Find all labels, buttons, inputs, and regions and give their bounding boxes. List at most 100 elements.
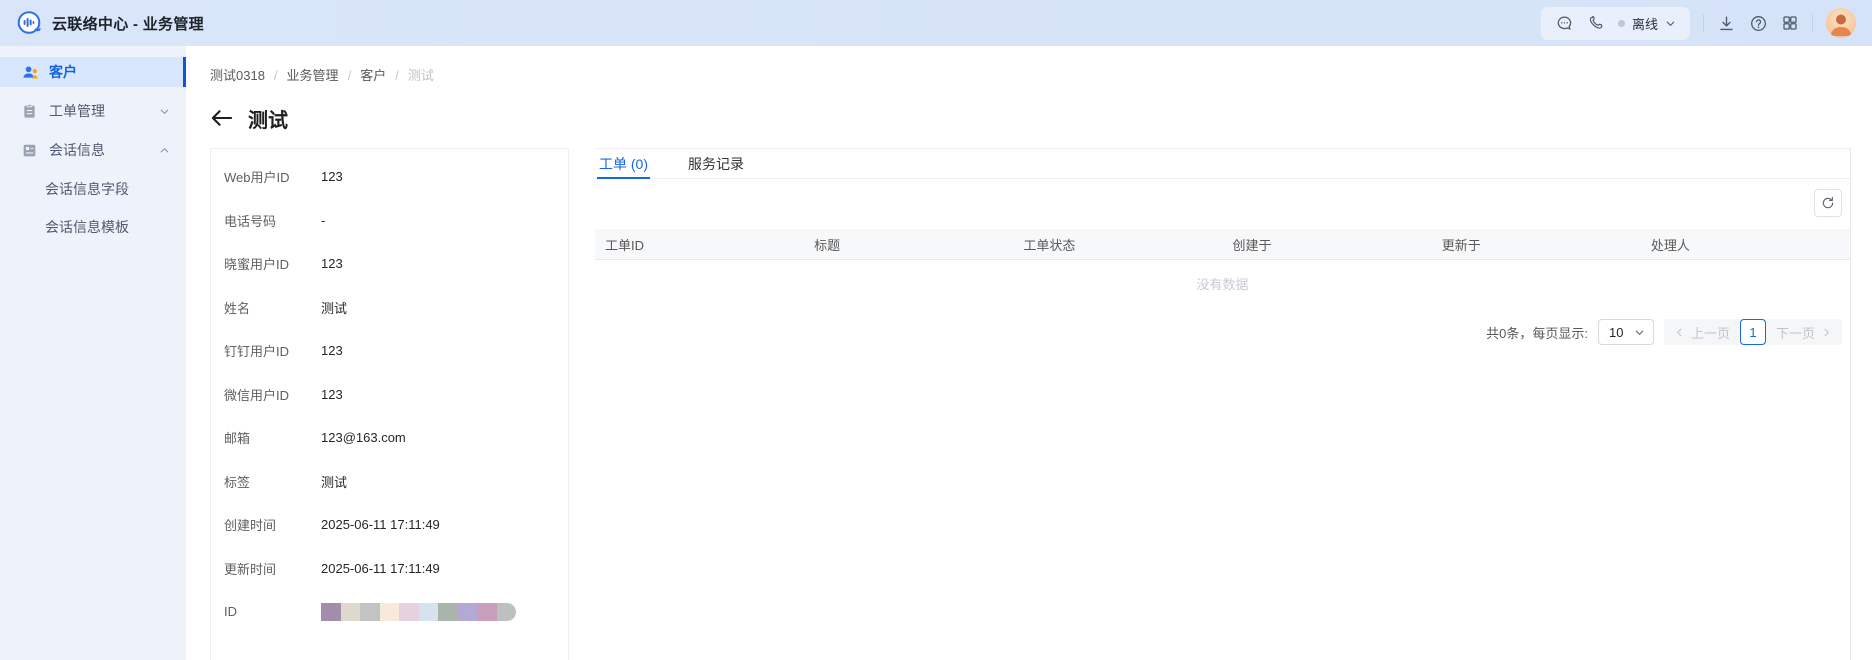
sidebar-item-session-info[interactable]: 会话信息 bbox=[0, 135, 186, 165]
field-row-wechat-user-id: 微信用户ID 123 bbox=[224, 373, 568, 417]
field-label: 微信用户ID bbox=[224, 387, 290, 403]
field-label: 钉钉用户ID bbox=[224, 344, 290, 360]
sidebar-item-customers[interactable]: 客户 bbox=[0, 57, 186, 87]
chevron-left-icon bbox=[1677, 328, 1682, 336]
pager: 上一页 1 下一页 bbox=[1663, 319, 1842, 345]
tab-label: 服务记录 bbox=[688, 155, 744, 172]
field-value: 123 bbox=[321, 256, 343, 272]
column-header-created: 创建于 bbox=[1232, 237, 1272, 253]
download-icon[interactable] bbox=[1717, 14, 1736, 33]
topbar-actions: 离线 bbox=[1540, 6, 1856, 40]
field-row-tags: 标签 测试 bbox=[224, 460, 568, 504]
field-label: 标签 bbox=[224, 474, 251, 490]
breadcrumb-separator: / bbox=[273, 68, 278, 83]
field-value: 2025-06-11 17:11:49 bbox=[321, 517, 440, 533]
prev-page-label: 上一页 bbox=[1690, 325, 1730, 341]
breadcrumb-item[interactable]: 测试0318 bbox=[210, 67, 265, 85]
tab-work-orders[interactable]: 工单 (0) bbox=[597, 149, 650, 179]
id-redacted-value bbox=[321, 602, 516, 621]
sidebar-item-session-info-templates[interactable]: 会话信息模板 bbox=[0, 212, 186, 242]
status-label: 离线 bbox=[1631, 16, 1658, 32]
field-row-name: 姓名 测试 bbox=[224, 286, 568, 330]
tab-label: 工单 (0) bbox=[599, 155, 648, 172]
sidebar-item-label: 会话信息 bbox=[49, 142, 105, 158]
sidebar-item-label: 工单管理 bbox=[49, 103, 105, 119]
field-value: 测试 bbox=[321, 474, 348, 490]
chevron-down-icon bbox=[1635, 330, 1644, 335]
status-dot-icon bbox=[1617, 19, 1625, 27]
breadcrumb-item[interactable]: 业务管理 bbox=[287, 67, 339, 85]
field-value: 123 bbox=[321, 386, 343, 402]
session-info-icon bbox=[22, 143, 39, 158]
field-row-dingtalk-user-id: 钉钉用户ID 123 bbox=[224, 329, 568, 373]
field-value: 123 bbox=[321, 343, 343, 359]
field-value: 测试 bbox=[321, 300, 348, 316]
user-avatar[interactable] bbox=[1826, 8, 1856, 38]
field-value: 2025-06-11 17:11:49 bbox=[321, 560, 440, 576]
sidebar-item-work-orders[interactable]: 工单管理 bbox=[0, 96, 186, 126]
field-value: 123@163.com bbox=[321, 430, 406, 446]
field-label: ID bbox=[224, 604, 237, 620]
app-logo-icon bbox=[16, 10, 42, 36]
page-title-row: 测试 bbox=[210, 104, 1872, 132]
sidebar: 客户 工单管理 会话信息 会话信息字段 会话信息模板 bbox=[0, 46, 186, 660]
sidebar-item-label: 会话信息模板 bbox=[45, 219, 129, 235]
work-order-icon bbox=[22, 103, 39, 119]
prev-page-button[interactable]: 上一页 bbox=[1664, 319, 1740, 345]
back-arrow-icon[interactable] bbox=[210, 108, 233, 128]
field-row-email: 邮箱 123@163.com bbox=[224, 416, 568, 460]
column-header-title: 标题 bbox=[814, 237, 841, 253]
field-label: 晓蜜用户ID bbox=[224, 257, 290, 273]
table-header: 工单ID 标题 工单状态 创建于 更新于 处理人 bbox=[595, 229, 1850, 260]
current-page-button[interactable]: 1 bbox=[1739, 319, 1766, 345]
field-label: 创建时间 bbox=[224, 518, 277, 534]
column-header-status: 工单状态 bbox=[1023, 237, 1076, 253]
column-header-handler: 处理人 bbox=[1650, 237, 1690, 253]
field-row-created-at: 创建时间 2025-06-11 17:11:49 bbox=[224, 503, 568, 547]
sidebar-item-label: 会话信息字段 bbox=[45, 181, 129, 197]
next-page-label: 下一页 bbox=[1775, 325, 1815, 341]
chevron-down-icon bbox=[159, 106, 170, 117]
app-window: 云联络中心 - 业务管理 离线 客户 工单管理 会话信息 会话信息字段 会话信息… bbox=[0, 0, 1872, 660]
tab-service-records[interactable]: 服务记录 bbox=[686, 149, 746, 178]
sidebar-item-session-info-fields[interactable]: 会话信息字段 bbox=[0, 174, 186, 204]
field-label: 姓名 bbox=[224, 300, 251, 316]
field-row-updated-at: 更新时间 2025-06-11 17:11:49 bbox=[224, 547, 568, 591]
brand: 云联络中心 - 业务管理 bbox=[16, 10, 204, 36]
help-icon[interactable] bbox=[1749, 14, 1768, 33]
chevron-right-icon bbox=[1824, 328, 1829, 336]
table-toolbar bbox=[595, 179, 1850, 217]
topbar: 云联络中心 - 业务管理 离线 bbox=[0, 0, 1872, 46]
column-header-id: 工单ID bbox=[605, 237, 645, 253]
page-title: 测试 bbox=[248, 109, 288, 132]
refresh-icon bbox=[1822, 196, 1834, 209]
field-value: 123 bbox=[321, 169, 343, 185]
breadcrumb-current: 测试 bbox=[407, 68, 434, 83]
message-icon[interactable] bbox=[1555, 14, 1574, 33]
divider bbox=[1703, 14, 1704, 32]
status-dropdown[interactable]: 离线 bbox=[1617, 14, 1676, 33]
chevron-down-icon bbox=[1666, 21, 1675, 26]
field-label: Web用户ID bbox=[224, 170, 290, 186]
phone-icon[interactable] bbox=[1587, 14, 1605, 32]
page-size-value: 10 bbox=[1608, 324, 1624, 340]
refresh-button[interactable] bbox=[1814, 189, 1842, 217]
content-row: Web用户ID 123 电话号码 - 晓蜜用户ID 123 姓名 测试 钉钉用户… bbox=[210, 148, 1872, 660]
tab-bar: 工单 (0) 服务记录 bbox=[595, 149, 1850, 179]
breadcrumb-item[interactable]: 客户 bbox=[360, 67, 386, 85]
customers-icon bbox=[22, 64, 39, 80]
field-label: 邮箱 bbox=[224, 431, 251, 447]
apps-grid-icon[interactable] bbox=[1781, 14, 1799, 32]
work-order-panel: 工单 (0) 服务记录 工单ID 标题 工单状态 创建于 更新于 处理人 没有数… bbox=[595, 148, 1851, 660]
agent-status-pill: 离线 bbox=[1540, 6, 1690, 40]
page-size-select[interactable]: 10 bbox=[1597, 319, 1654, 345]
next-page-button[interactable]: 下一页 bbox=[1766, 319, 1842, 345]
breadcrumb-separator: / bbox=[347, 68, 352, 83]
pagination-total-text: 共0条，每页显示: bbox=[1486, 325, 1588, 341]
field-row-phone: 电话号码 - bbox=[224, 199, 568, 243]
main-content: 测试0318 / 业务管理 / 客户 / 测试 测试 Web用户ID 123 电… bbox=[186, 46, 1872, 660]
customer-detail-card: Web用户ID 123 电话号码 - 晓蜜用户ID 123 姓名 测试 钉钉用户… bbox=[210, 148, 569, 660]
pagination: 共0条，每页显示: 10 上一页 1 下一页 bbox=[595, 319, 1850, 345]
divider bbox=[1812, 14, 1813, 32]
sidebar-item-label: 客户 bbox=[49, 64, 77, 80]
